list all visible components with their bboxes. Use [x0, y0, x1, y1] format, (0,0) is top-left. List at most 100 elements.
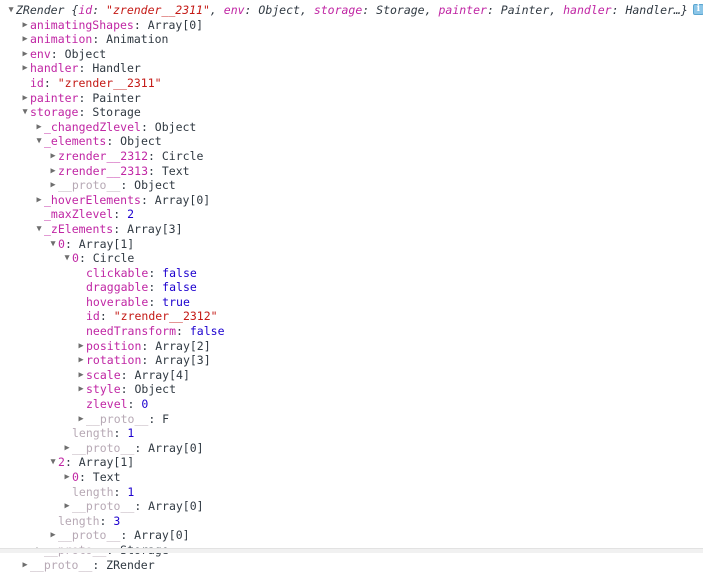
property-value: 1: [127, 426, 134, 440]
tree-row[interactable]: ▶animatingShapes: Array[0]: [0, 18, 703, 33]
property-separator: :: [148, 149, 162, 163]
property-separator: :: [92, 32, 106, 46]
property-value: false: [162, 280, 197, 294]
collapse-triangle-icon[interactable]: ▶: [34, 193, 44, 208]
tree-row[interactable]: ▶length: 1: [0, 426, 703, 441]
collapse-triangle-icon[interactable]: ▶: [20, 558, 30, 572]
collapse-triangle-icon[interactable]: ▶: [20, 18, 30, 33]
tree-row[interactable]: ▶animation: Animation: [0, 32, 703, 47]
property-value: Array[0]: [148, 499, 203, 513]
info-icon[interactable]: [693, 4, 703, 15]
property-key: rotation: [86, 353, 141, 367]
collapse-triangle-icon[interactable]: ▶: [48, 164, 58, 179]
expand-triangle-icon[interactable]: ▼: [6, 3, 16, 18]
expand-triangle-icon[interactable]: ▼: [34, 134, 44, 149]
collapse-triangle-icon[interactable]: ▶: [48, 528, 58, 543]
property-value: "zrender__2312": [114, 309, 218, 323]
property-key: _changedZlevel: [44, 120, 141, 134]
tree-row[interactable]: ▶scale: Array[4]: [0, 368, 703, 383]
preview-key: storage: [314, 3, 362, 17]
collapse-triangle-icon[interactable]: ▶: [76, 382, 86, 397]
property-key: clickable: [86, 266, 148, 280]
tree-row[interactable]: ▼_elements: Object: [0, 134, 703, 149]
property-key: _maxZlevel: [44, 207, 113, 221]
tree-row[interactable]: ▶handler: Handler: [0, 61, 703, 76]
property-separator: :: [134, 499, 148, 513]
tree-row[interactable]: ▼_zElements: Array[3]: [0, 222, 703, 237]
tree-row[interactable]: ▶__proto__: Object: [0, 178, 703, 193]
property-value: Array[3]: [127, 222, 182, 236]
property-separator: :: [141, 353, 155, 367]
tree-row[interactable]: ▶length: 1: [0, 485, 703, 500]
expand-triangle-icon[interactable]: ▼: [20, 105, 30, 120]
object-preview-row[interactable]: ▼ZRender {id: "zrender__2311", env: Obje…: [0, 3, 703, 18]
tree-row[interactable]: ▼storage: Storage: [0, 105, 703, 120]
tree-row[interactable]: ▶needTransform: false: [0, 324, 703, 339]
tree-row[interactable]: ▶zrender__2313: Text: [0, 164, 703, 179]
tree-row[interactable]: ▶__proto__: Array[0]: [0, 528, 703, 543]
collapse-triangle-icon[interactable]: ▶: [76, 353, 86, 368]
property-value: true: [162, 295, 190, 309]
preview-key: painter: [438, 3, 486, 17]
expand-triangle-icon[interactable]: ▼: [48, 237, 58, 252]
collapse-triangle-icon[interactable]: ▶: [76, 412, 86, 427]
property-key: id: [86, 309, 100, 323]
property-key: 2: [58, 455, 65, 469]
property-separator: :: [141, 120, 155, 134]
collapse-triangle-icon[interactable]: ▶: [34, 120, 44, 135]
tree-row[interactable]: ▶__proto__: ZRender: [0, 558, 703, 572]
collapse-triangle-icon[interactable]: ▶: [48, 149, 58, 164]
collapse-triangle-icon[interactable]: ▶: [20, 61, 30, 76]
property-value: Object: [65, 47, 107, 61]
preview-comma: ,: [300, 3, 314, 17]
property-value: Array[2]: [155, 339, 210, 353]
property-separator: :: [113, 207, 127, 221]
expand-triangle-icon[interactable]: ▼: [48, 455, 58, 470]
tree-row[interactable]: ▶id: "zrender__2311": [0, 76, 703, 91]
collapse-triangle-icon[interactable]: ▶: [62, 470, 72, 485]
collapse-triangle-icon[interactable]: ▶: [76, 368, 86, 383]
collapse-triangle-icon[interactable]: ▶: [62, 441, 72, 456]
tree-row[interactable]: ▶0: Text: [0, 470, 703, 485]
tree-row[interactable]: ▼0: Circle: [0, 251, 703, 266]
tree-row[interactable]: ▶zlevel: 0: [0, 397, 703, 412]
preview-separator: :: [245, 3, 259, 17]
tree-row[interactable]: ▶position: Array[2]: [0, 339, 703, 354]
property-key: _zElements: [44, 222, 113, 236]
property-value: Array[4]: [134, 368, 189, 382]
collapse-triangle-icon[interactable]: ▶: [20, 32, 30, 47]
property-value: Painter: [92, 91, 140, 105]
property-key: 0: [58, 237, 65, 251]
tree-row[interactable]: ▼0: Array[1]: [0, 237, 703, 252]
tree-row[interactable]: ▶_maxZlevel: 2: [0, 207, 703, 222]
tree-row[interactable]: ▶__proto__: Array[0]: [0, 499, 703, 514]
tree-row[interactable]: ▶env: Object: [0, 47, 703, 62]
tree-row[interactable]: ▶_changedZlevel: Object: [0, 120, 703, 135]
tree-row[interactable]: ▶hoverable: true: [0, 295, 703, 310]
tree-row[interactable]: ▶length: 3: [0, 514, 703, 529]
tree-row[interactable]: ▶rotation: Array[3]: [0, 353, 703, 368]
collapse-triangle-icon[interactable]: ▶: [76, 339, 86, 354]
tree-row[interactable]: ▼2: Array[1]: [0, 455, 703, 470]
property-key: __proto__: [30, 558, 92, 572]
preview-value: Painter: [501, 3, 549, 17]
collapse-triangle-icon[interactable]: ▶: [62, 499, 72, 514]
expand-triangle-icon[interactable]: ▼: [62, 251, 72, 266]
collapse-triangle-icon[interactable]: ▶: [20, 47, 30, 62]
tree-row[interactable]: ▶__proto__: Array[0]: [0, 441, 703, 456]
tree-row[interactable]: ▶id: "zrender__2312": [0, 309, 703, 324]
tree-row[interactable]: ▶clickable: false: [0, 266, 703, 281]
property-value: Object: [134, 178, 176, 192]
tree-row[interactable]: ▶__proto__: F: [0, 412, 703, 427]
tree-row[interactable]: ▶_hoverElements: Array[0]: [0, 193, 703, 208]
property-value: Array[0]: [148, 18, 203, 32]
tree-row[interactable]: ▶style: Object: [0, 382, 703, 397]
collapse-triangle-icon[interactable]: ▶: [48, 178, 58, 193]
expand-triangle-icon[interactable]: ▼: [34, 222, 44, 237]
tree-row[interactable]: ▶painter: Painter: [0, 91, 703, 106]
collapse-triangle-icon[interactable]: ▶: [20, 91, 30, 106]
tree-row[interactable]: ▶draggable: false: [0, 280, 703, 295]
tree-row[interactable]: ▶zrender__2312: Circle: [0, 149, 703, 164]
preview-separator: :: [92, 3, 106, 17]
horizontal-scrollbar[interactable]: [0, 548, 703, 553]
